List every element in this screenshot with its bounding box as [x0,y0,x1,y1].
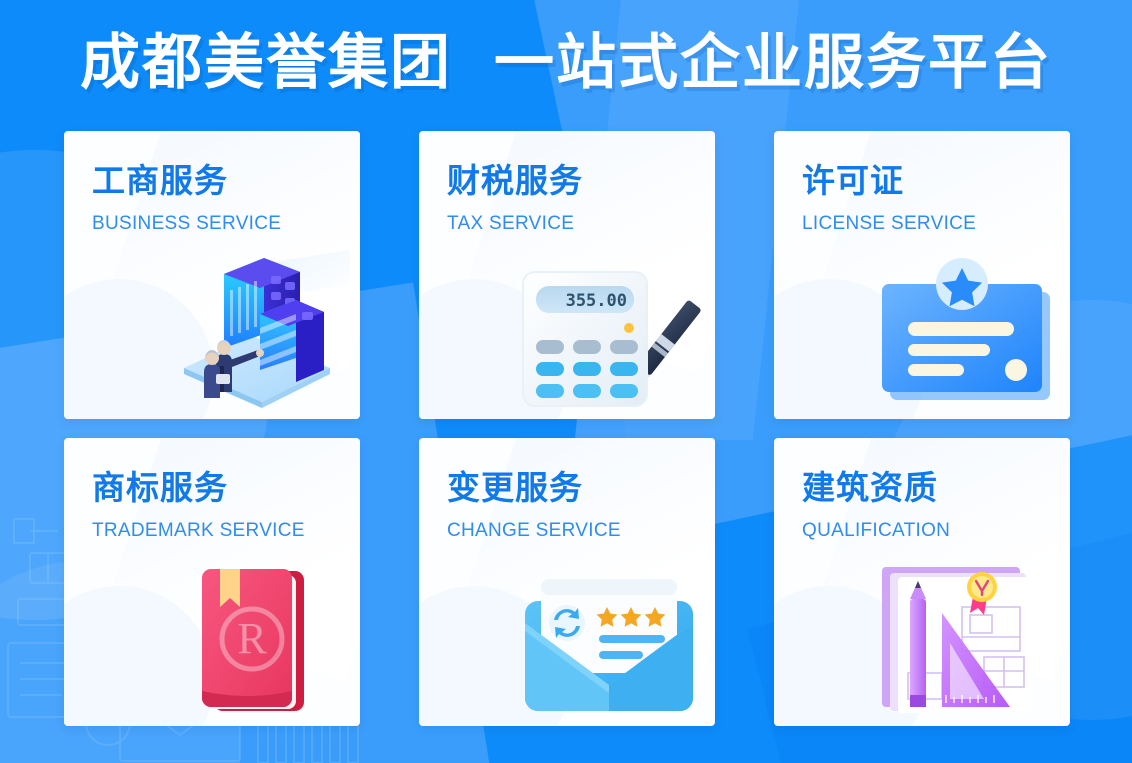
envelope-refresh-stars-icon [509,557,709,722]
trademark-registered-letter: R [237,614,267,663]
service-card-title-cn: 许可证 [802,162,904,199]
service-card-title-cn: 建筑资质 [802,469,938,506]
calculator-pen-icon: 355.00 [509,250,709,415]
service-card-title-cn: 变更服务 [447,469,583,506]
service-card-text: 许可证 LICENSE SERVICE [774,131,1070,235]
service-card-title-cn: 商标服务 [92,469,228,506]
service-card-title-en: BUSINESS SERVICE [92,212,282,234]
isometric-office-building-icon [154,250,354,415]
page-header: 成都美誉集团 一站式企业服务平台 [0,0,1132,126]
service-card-trademark-service[interactable]: 商标服务 TRADEMARK SERVICE R [64,438,360,726]
service-card-license-service[interactable]: 许可证 LICENSE SERVICE [774,131,1070,419]
service-card-business-service[interactable]: 工商服务 BUSINESS SERVICE [64,131,360,419]
service-card-title-cn: 工商服务 [92,162,228,199]
service-card-title-en: LICENSE SERVICE [802,212,977,234]
blueprint-ruler-pencil-medal-icon [864,557,1064,722]
service-card-text: 商标服务 TRADEMARK SERVICE [64,438,360,542]
page-title-company: 成都美誉集团 [80,29,452,96]
service-card-text: 工商服务 BUSINESS SERVICE [64,131,360,235]
service-card-qualification-service[interactable]: 建筑资质 QUALIFICATION [774,438,1070,726]
page-title: 成都美誉集团 一站式企业服务平台 [80,33,1052,93]
service-card-title-en: QUALIFICATION [802,519,951,541]
service-card-text: 变更服务 CHANGE SERVICE [419,438,715,542]
calculator-display-value: 355.00 [566,291,627,311]
service-card-title-cn: 财税服务 [447,162,583,199]
red-book-registered-icon: R [154,557,354,722]
service-card-grid: 工商服务 BUSINESS SERVICE 财税服务 TAX SERVICE 3… [64,131,1070,731]
page-title-tagline: 一站式企业服务平台 [494,29,1052,96]
service-card-text: 财税服务 TAX SERVICE [419,131,715,235]
service-card-change-service[interactable]: 变更服务 CHANGE SERVICE [419,438,715,726]
service-card-title-en: TRADEMARK SERVICE [92,519,305,541]
service-card-title-en: TAX SERVICE [447,212,575,234]
service-card-tax-service[interactable]: 财税服务 TAX SERVICE 355.00 [419,131,715,419]
license-certificate-star-icon [864,250,1064,415]
service-card-text: 建筑资质 QUALIFICATION [774,438,1070,542]
service-card-title-en: CHANGE SERVICE [447,519,621,541]
